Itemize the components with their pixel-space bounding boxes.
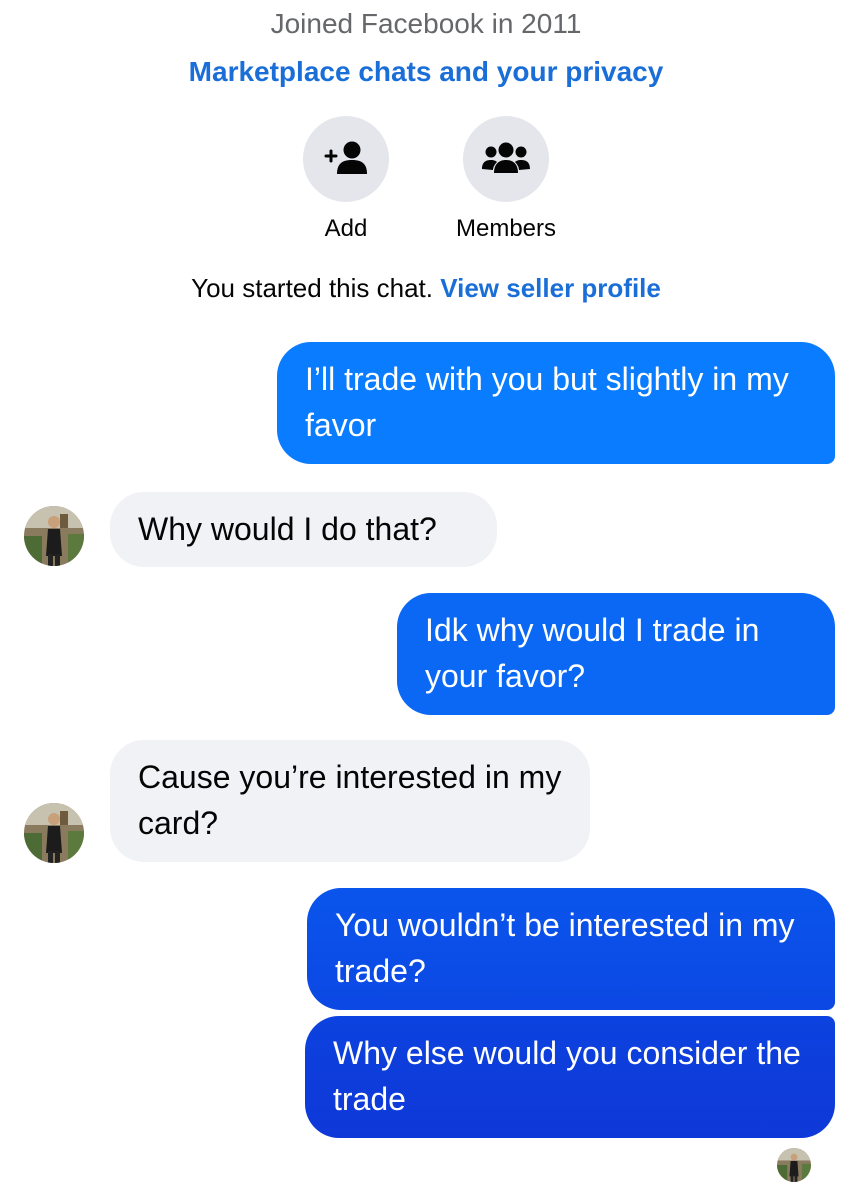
add-person-icon — [303, 116, 389, 202]
seller-avatar[interactable] — [24, 803, 84, 863]
marketplace-privacy-link[interactable]: Marketplace chats and your privacy — [0, 52, 852, 92]
add-button[interactable]: Add — [286, 116, 406, 244]
outgoing-message[interactable]: Why else would you consider the trade — [305, 1016, 835, 1138]
incoming-message[interactable]: Why would I do that? — [110, 492, 497, 567]
members-button[interactable]: Members — [446, 116, 566, 244]
add-label: Add — [324, 215, 368, 242]
members-icon — [463, 116, 549, 202]
seller-avatar[interactable] — [24, 506, 84, 566]
outgoing-message[interactable]: I’ll trade with you but slightly in my f… — [277, 342, 835, 464]
outgoing-message[interactable]: Idk why would I trade in your favor? — [397, 593, 835, 715]
chat-info-line: You started this chat. View seller profi… — [0, 268, 852, 308]
started-chat-text: You started this chat. — [191, 273, 433, 303]
outgoing-message[interactable]: You wouldn’t be interested in my trade? — [307, 888, 835, 1010]
joined-facebook-text: Joined Facebook in 2011 — [270, 8, 582, 39]
incoming-message[interactable]: Cause you’re interested in my card? — [110, 740, 590, 862]
read-receipt-avatar — [777, 1148, 811, 1182]
view-seller-profile-link[interactable]: View seller profile — [440, 273, 661, 303]
members-label: Members — [455, 215, 557, 242]
